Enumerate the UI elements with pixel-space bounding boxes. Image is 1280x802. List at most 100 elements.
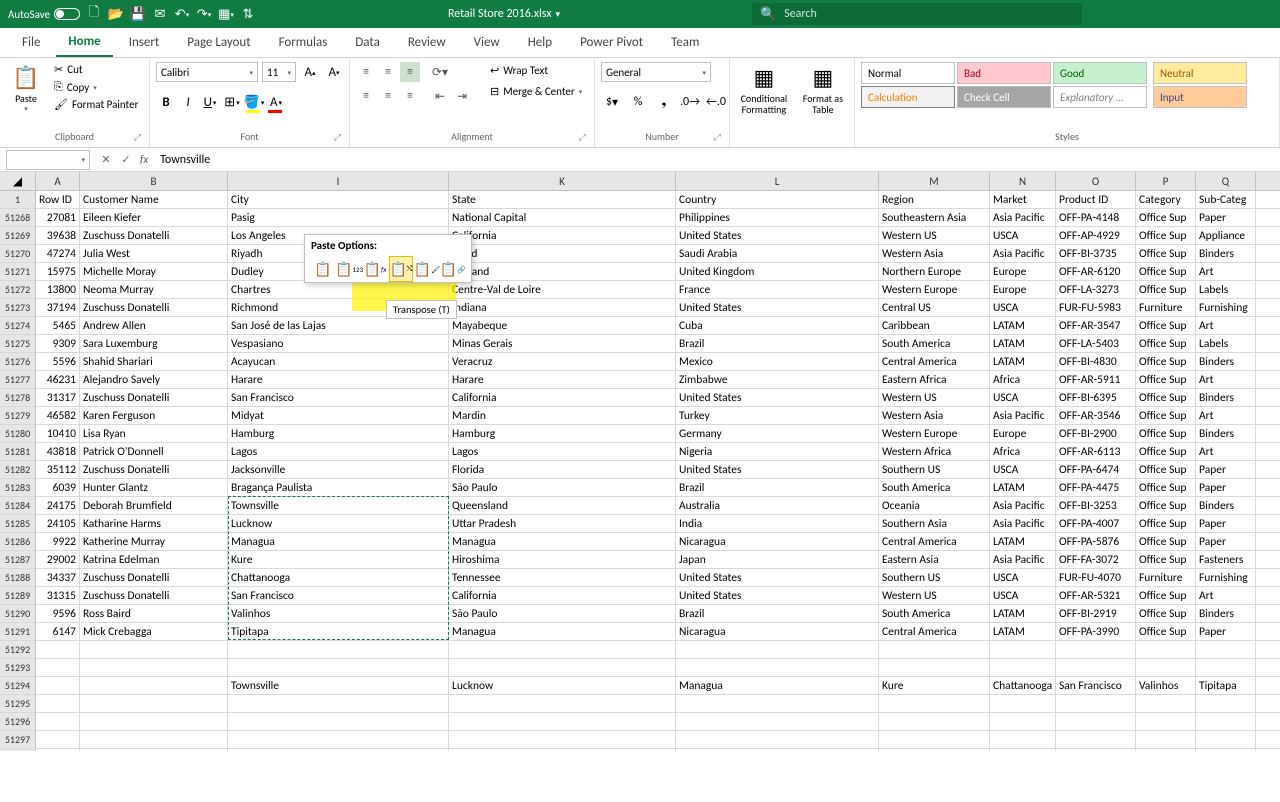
cell[interactable]: Office Sup bbox=[1136, 551, 1196, 568]
cell[interactable]: Western US bbox=[879, 389, 990, 406]
copy-button[interactable]: ⎘Copy▾ bbox=[52, 79, 140, 95]
cell[interactable]: 27081 bbox=[36, 209, 80, 226]
cell[interactable]: OFF-PA-4148 bbox=[1056, 209, 1136, 226]
cell[interactable] bbox=[36, 659, 80, 676]
cell[interactable]: Zuschuss Donatelli bbox=[80, 461, 228, 478]
cell[interactable]: Lucknow bbox=[449, 677, 676, 694]
new-file-icon[interactable]: 🗋 bbox=[86, 6, 102, 22]
paste-all-icon[interactable]: 📋 bbox=[311, 256, 335, 282]
row-header[interactable]: 51296 bbox=[0, 713, 36, 730]
cell[interactable]: 46231 bbox=[36, 371, 80, 388]
cell[interactable]: Furnishing bbox=[1196, 299, 1256, 316]
cell[interactable]: Hiroshima bbox=[449, 551, 676, 568]
cell[interactable]: California bbox=[449, 587, 676, 604]
cell[interactable]: Veracruz bbox=[449, 353, 676, 370]
cell[interactable] bbox=[1196, 713, 1256, 730]
cell[interactable]: Eileen Kiefer bbox=[80, 209, 228, 226]
cell[interactable]: OFF-AR-6113 bbox=[1056, 443, 1136, 460]
undo-icon[interactable]: ↶▾ bbox=[174, 6, 190, 22]
row-header[interactable]: 51289 bbox=[0, 587, 36, 604]
borders-button[interactable]: ⊞▾ bbox=[222, 92, 242, 112]
cell[interactable] bbox=[1196, 695, 1256, 712]
paste-formulas-icon[interactable]: 📋fx bbox=[363, 256, 387, 282]
cell[interactable]: Office Sup bbox=[1136, 209, 1196, 226]
cell[interactable]: Julia West bbox=[80, 245, 228, 262]
cell[interactable]: South America bbox=[879, 335, 990, 352]
cell[interactable]: Philippines bbox=[676, 209, 879, 226]
cell[interactable] bbox=[36, 695, 80, 712]
cell[interactable]: Eastern Africa bbox=[879, 371, 990, 388]
cell-styles-gallery[interactable]: Normal Bad Good Calculation Check Cell E… bbox=[861, 62, 1147, 108]
cell[interactable]: Vespasiano bbox=[228, 335, 449, 352]
cell[interactable]: Binders bbox=[1196, 389, 1256, 406]
cell[interactable]: France bbox=[676, 281, 879, 298]
cell[interactable]: Lagos bbox=[449, 443, 676, 460]
cell[interactable] bbox=[1196, 731, 1256, 748]
cell[interactable]: Shahid Shariari bbox=[80, 353, 228, 370]
cell[interactable]: Category bbox=[1136, 191, 1196, 208]
cell[interactable]: Australia bbox=[676, 497, 879, 514]
cell[interactable]: Central America bbox=[879, 623, 990, 640]
cell[interactable]: Nigeria bbox=[676, 443, 879, 460]
font-size-dropdown[interactable]: 11▾ bbox=[262, 62, 296, 82]
cell[interactable]: USCA bbox=[990, 461, 1056, 478]
cell[interactable] bbox=[990, 731, 1056, 748]
cell[interactable]: 6147 bbox=[36, 623, 80, 640]
cell[interactable]: 9309 bbox=[36, 335, 80, 352]
tab-team[interactable]: Team bbox=[659, 29, 711, 56]
cell[interactable]: Japan bbox=[676, 551, 879, 568]
cell[interactable] bbox=[879, 713, 990, 730]
cell[interactable]: Office Sup bbox=[1136, 587, 1196, 604]
comma-format-icon[interactable]: ❟ bbox=[653, 92, 675, 112]
cell[interactable]: Valinhos bbox=[1136, 677, 1196, 694]
row-header[interactable]: 51277 bbox=[0, 371, 36, 388]
cell[interactable] bbox=[1136, 713, 1196, 730]
cell[interactable] bbox=[228, 641, 449, 658]
col-header-P[interactable]: P bbox=[1136, 172, 1196, 190]
cell[interactable]: LATAM bbox=[990, 317, 1056, 334]
row-header[interactable]: 51282 bbox=[0, 461, 36, 478]
sort-icon[interactable]: ⇅ bbox=[240, 6, 256, 22]
cell[interactable]: England bbox=[449, 263, 676, 280]
cell[interactable]: Office Sup bbox=[1136, 461, 1196, 478]
cell[interactable]: Office Sup bbox=[1136, 497, 1196, 514]
cell[interactable]: Art bbox=[1196, 263, 1256, 280]
row-header[interactable]: 51298 bbox=[0, 749, 36, 751]
cell[interactable]: Michelle Moray bbox=[80, 263, 228, 280]
cell[interactable] bbox=[80, 713, 228, 730]
cell[interactable]: Lucknow bbox=[228, 515, 449, 532]
cell[interactable]: Pasig bbox=[228, 209, 449, 226]
row-header[interactable]: 51297 bbox=[0, 731, 36, 748]
cell[interactable]: Uttar Pradesh bbox=[449, 515, 676, 532]
paste-link-icon[interactable]: 📋🔗 bbox=[441, 256, 465, 282]
cell[interactable]: City bbox=[228, 191, 449, 208]
col-header-L[interactable]: L bbox=[676, 172, 879, 190]
cell[interactable]: 5596 bbox=[36, 353, 80, 370]
cell[interactable]: OFF-LA-5403 bbox=[1056, 335, 1136, 352]
formula-input[interactable]: Townsville bbox=[154, 150, 1280, 170]
cell[interactable]: Art bbox=[1196, 587, 1256, 604]
cell[interactable]: Brazil bbox=[676, 479, 879, 496]
row-header[interactable]: 1 bbox=[0, 191, 36, 208]
cell[interactable] bbox=[676, 659, 879, 676]
cell[interactable]: Hunter Glantz bbox=[80, 479, 228, 496]
tab-review[interactable]: Review bbox=[396, 29, 458, 56]
cell[interactable]: Jacksonville bbox=[228, 461, 449, 478]
cell[interactable]: Managua bbox=[676, 677, 879, 694]
cell[interactable]: Western US bbox=[879, 227, 990, 244]
cell[interactable]: OFF-BI-3735 bbox=[1056, 245, 1136, 262]
cell[interactable]: Western Europe bbox=[879, 281, 990, 298]
cell[interactable]: South America bbox=[879, 479, 990, 496]
col-header-O[interactable]: O bbox=[1056, 172, 1136, 190]
row-header[interactable]: 51278 bbox=[0, 389, 36, 406]
cell[interactable]: Paper bbox=[1196, 461, 1256, 478]
cell[interactable]: California bbox=[449, 227, 676, 244]
autosave-toggle[interactable]: AutoSave bbox=[8, 8, 80, 21]
row-header[interactable]: 51288 bbox=[0, 569, 36, 586]
cell[interactable]: Harare bbox=[449, 371, 676, 388]
cell[interactable]: Riyad bbox=[449, 245, 676, 262]
cell[interactable]: Customer Name bbox=[80, 191, 228, 208]
cell[interactable]: 35112 bbox=[36, 461, 80, 478]
cell[interactable]: Western Africa bbox=[879, 443, 990, 460]
cell[interactable]: Office Sup bbox=[1136, 443, 1196, 460]
